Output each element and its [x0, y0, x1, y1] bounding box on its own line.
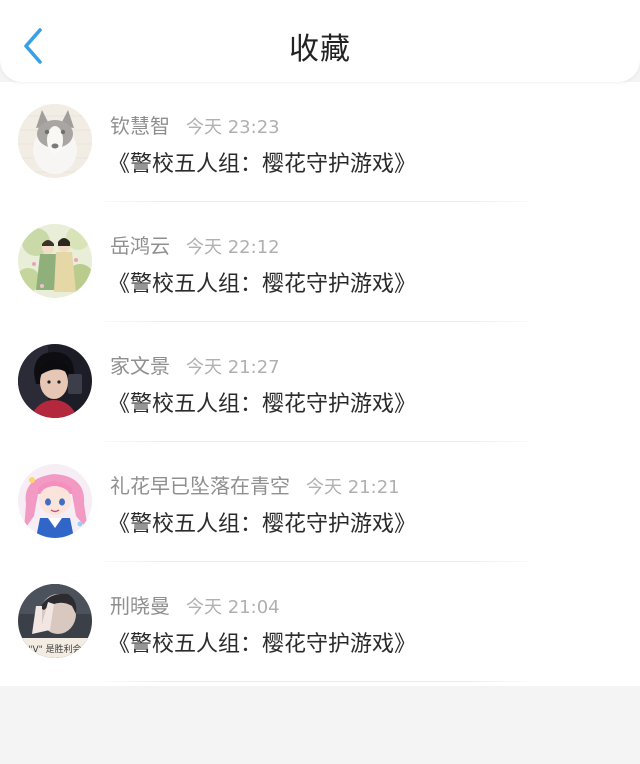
list-item[interactable]: 岳鸿云 今天 22:12 《警校五人组：樱花守护游戏》	[0, 202, 640, 322]
user-name: 岳鸿云	[110, 234, 170, 258]
user-name: 礼花早已坠落在青空	[110, 474, 290, 498]
timestamp: 今天 21:04	[186, 597, 280, 618]
timestamp: 今天 21:27	[186, 357, 280, 378]
timestamp: 今天 22:12	[186, 237, 280, 258]
book-title[interactable]: 《警校五人组：樱花守护游戏》	[108, 146, 416, 178]
book-title[interactable]: 《警校五人组：樱花守护游戏》	[108, 386, 416, 418]
hand-photo-avatar[interactable]: "V" 是胜利会	[18, 584, 92, 658]
user-name: 钦慧智	[110, 114, 170, 138]
illustrated-couple-avatar[interactable]	[18, 224, 92, 298]
timestamp: 今天 23:23	[186, 117, 280, 138]
book-title[interactable]: 《警校五人组：樱花守护游戏》	[108, 506, 416, 538]
user-name: 刑晓曼	[110, 594, 170, 618]
list-item[interactable]: 钦慧智 今天 23:23 《警校五人组：樱花守护游戏》	[0, 82, 640, 202]
book-title[interactable]: 《警校五人组：樱花守护游戏》	[108, 626, 416, 658]
page-title: 收藏	[289, 32, 351, 67]
book-title[interactable]: 《警校五人组：樱花守护游戏》	[108, 266, 416, 298]
dog-avatar[interactable]	[18, 104, 92, 178]
list-item[interactable]: 家文景 今天 21:27 《警校五人组：樱花守护游戏》	[0, 322, 640, 442]
person-photo-avatar[interactable]	[18, 344, 92, 418]
favorites-list: 钦慧智 今天 23:23 《警校五人组：樱花守护游戏》 岳鸿云 今天 22:12…	[0, 82, 640, 686]
list-item[interactable]: 礼花早已坠落在青空 今天 21:21 《警校五人组：樱花守护游戏》	[0, 442, 640, 562]
list-item[interactable]: "V" 是胜利会 刑晓曼 今天 21:04 《警校五人组：樱花守护游戏》	[0, 562, 640, 682]
divider	[104, 681, 528, 682]
anime-girl-avatar[interactable]	[18, 464, 92, 538]
user-name: 家文景	[110, 354, 170, 378]
top-bar: 收藏	[0, 0, 640, 82]
timestamp: 今天 21:21	[306, 477, 400, 498]
avatar-caption: "V" 是胜利会	[28, 643, 81, 655]
